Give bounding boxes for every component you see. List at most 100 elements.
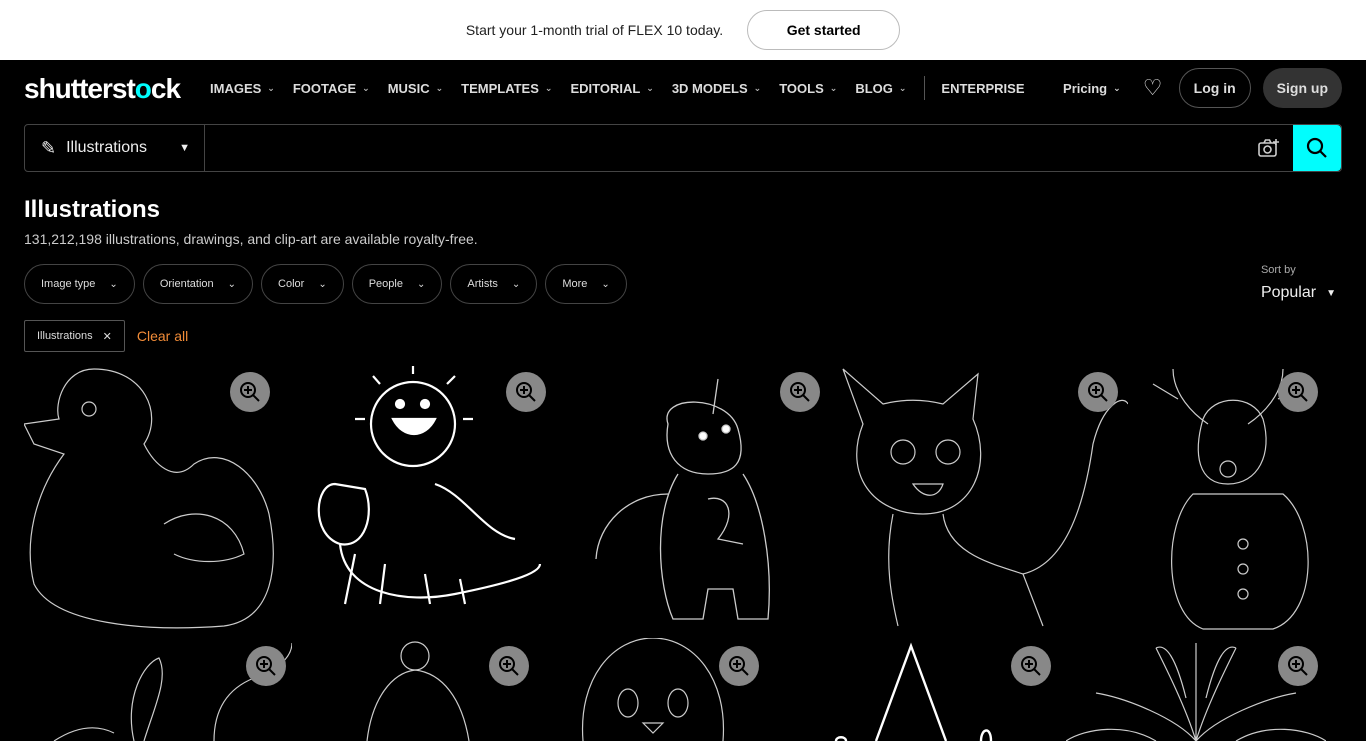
- image-tile-unicorn[interactable]: [558, 364, 828, 632]
- pricing-menu[interactable]: Pricing ⌄: [1063, 81, 1121, 96]
- sort-value-label: Popular: [1260, 284, 1317, 301]
- nav-item-images[interactable]: IMAGES ⌄: [210, 81, 275, 96]
- chevron-down-icon: ⌄: [416, 278, 426, 290]
- chip-label: Illustrations: [37, 330, 93, 342]
- zoom-in-icon: [1021, 656, 1041, 676]
- search-input[interactable]: [205, 125, 1245, 171]
- zoom-button[interactable]: [230, 372, 270, 412]
- zoom-button[interactable]: [1078, 372, 1118, 412]
- active-filters: Illustrations ✕ Clear all: [24, 320, 188, 352]
- zoom-button[interactable]: [1278, 646, 1318, 686]
- filter-people[interactable]: People ⌄: [351, 264, 443, 304]
- login-button[interactable]: Log in: [1178, 68, 1251, 108]
- nav-divider: [924, 76, 926, 100]
- image-tile-reindeer[interactable]: [1133, 364, 1326, 632]
- chevron-down-icon: ⌄: [511, 278, 521, 290]
- nav-item-label: TOOLS: [779, 80, 824, 96]
- zoom-in-icon: [240, 382, 260, 402]
- nav-item-blog[interactable]: BLOG ⌄: [855, 81, 906, 96]
- nav-item-templates[interactable]: TEMPLATES ⌄: [461, 81, 552, 96]
- pricing-label: Pricing: [1063, 80, 1108, 96]
- filter-label: People: [368, 278, 403, 290]
- nav-item-3d-models[interactable]: 3D MODELS ⌄: [672, 81, 761, 96]
- pen-icon: ✎: [41, 137, 57, 158]
- nav-item-footage[interactable]: FOOTAGE ⌄: [293, 81, 370, 96]
- zoom-in-icon: [499, 656, 519, 676]
- zoom-in-icon: [1088, 382, 1108, 402]
- main-nav: shutterstock IMAGES ⌄ FOOTAGE ⌄ MUSIC ⌄ TEM…: [0, 60, 1366, 116]
- filter-color[interactable]: Color ⌄: [261, 264, 344, 304]
- image-tile-sun-cat[interactable]: [285, 364, 548, 632]
- nav-item-tools[interactable]: TOOLS ⌄: [779, 81, 837, 96]
- zoom-button[interactable]: [246, 646, 286, 686]
- zoom-in-icon: [729, 656, 749, 676]
- zoom-button[interactable]: [489, 646, 529, 686]
- filter-label: Image type: [41, 278, 96, 290]
- search-button[interactable]: [1293, 125, 1341, 171]
- nav-item-label: FOOTAGE: [292, 80, 357, 96]
- chevron-down-icon: ⌄: [267, 82, 275, 93]
- filter-orientation[interactable]: Orientation ⌄: [142, 264, 254, 304]
- chevron-down-icon: ⌄: [898, 82, 907, 93]
- search-type-dropdown[interactable]: ✎ Illustrations ▼: [25, 125, 205, 171]
- promo-text: Start your 1-month trial of FLEX 10 toda…: [465, 22, 724, 38]
- chevron-down-icon: ⌄: [362, 82, 370, 93]
- chevron-down-icon: ⌄: [544, 82, 553, 93]
- image-tile-penguin[interactable]: [543, 638, 769, 741]
- zoom-button[interactable]: [506, 372, 546, 412]
- caret-down-icon: ▼: [179, 142, 190, 154]
- nav-item-label: 3D MODELS: [671, 80, 748, 96]
- image-tile-winter-hat[interactable]: [297, 638, 537, 741]
- nav-item-label: EDITORIAL: [570, 80, 641, 96]
- nav-item-music[interactable]: MUSIC ⌄: [388, 81, 443, 96]
- nav-menu: IMAGES ⌄ FOOTAGE ⌄ MUSIC ⌄ TEMPLATES ⌄ EDITO…: [210, 60, 1043, 116]
- get-started-button[interactable]: Get started: [747, 10, 901, 50]
- image-tile-daisy[interactable]: [1066, 638, 1326, 741]
- nav-item-label: TEMPLATES: [461, 80, 539, 96]
- chevron-down-icon: ⌄: [1113, 82, 1121, 93]
- filter-artists[interactable]: Artists ⌄: [450, 264, 538, 304]
- filter-bar: Image type ⌄ Orientation ⌄ Color ⌄ People ⌄ …: [24, 264, 627, 304]
- camera-search-icon[interactable]: [1245, 125, 1293, 171]
- account-nav: Pricing ⌄ ♡ Log in Sign up: [1063, 68, 1342, 108]
- filter-more[interactable]: More ⌄: [545, 264, 627, 304]
- image-tile-flower-stem[interactable]: [24, 638, 292, 741]
- sun-riding-cat-illustration: [317, 366, 542, 605]
- zoom-button[interactable]: [1278, 372, 1318, 412]
- zoom-button[interactable]: [780, 372, 820, 412]
- filter-image-type[interactable]: Image type ⌄: [24, 264, 135, 304]
- chevron-down-icon: ⌄: [753, 82, 762, 93]
- zoom-in-icon: [256, 656, 276, 676]
- clear-all-link[interactable]: Clear all: [137, 328, 188, 344]
- image-tile-gnome[interactable]: [776, 638, 1061, 741]
- zoom-button[interactable]: [719, 646, 759, 686]
- chevron-down-icon: ⌄: [435, 82, 444, 93]
- page-subtitle: 131,212,198 illustrations, drawings, and…: [24, 231, 478, 247]
- shutterstock-logo[interactable]: shutterstock: [24, 73, 181, 105]
- close-icon[interactable]: ✕: [103, 330, 112, 343]
- filter-label: Artists: [467, 278, 498, 290]
- sort-by-label: Sort by: [1260, 264, 1296, 276]
- zoom-in-icon: [790, 382, 810, 402]
- zoom-in-icon: [1288, 656, 1308, 676]
- page-title: Illustrations: [24, 196, 161, 223]
- nav-item-editorial[interactable]: EDITORIAL ⌄: [570, 81, 653, 96]
- sort-by[interactable]: Sort by Popular ▼: [1261, 264, 1336, 302]
- filter-label: Color: [278, 278, 305, 290]
- nav-item-label: BLOG: [855, 80, 893, 96]
- nav-item-label: IMAGES: [210, 80, 262, 96]
- sort-by-value[interactable]: Popular ▼: [1261, 284, 1336, 302]
- nav-item-enterprise[interactable]: ENTERPRISE: [941, 81, 1024, 96]
- zoom-in-icon: [516, 382, 536, 402]
- zoom-button[interactable]: [1011, 646, 1051, 686]
- image-tile-duck[interactable]: [24, 364, 278, 632]
- signup-button[interactable]: Sign up: [1262, 68, 1342, 108]
- image-tile-kitten[interactable]: [833, 364, 1128, 632]
- filter-chip-illustrations[interactable]: Illustrations ✕: [24, 320, 125, 352]
- search-type-label: Illustrations: [66, 139, 148, 156]
- heart-icon[interactable]: ♡: [1139, 75, 1167, 101]
- chevron-down-icon: ⌄: [601, 278, 610, 290]
- chevron-down-icon: ⌄: [646, 82, 654, 93]
- chevron-down-icon: ⌄: [109, 278, 118, 290]
- chevron-down-icon: ⌄: [227, 278, 237, 290]
